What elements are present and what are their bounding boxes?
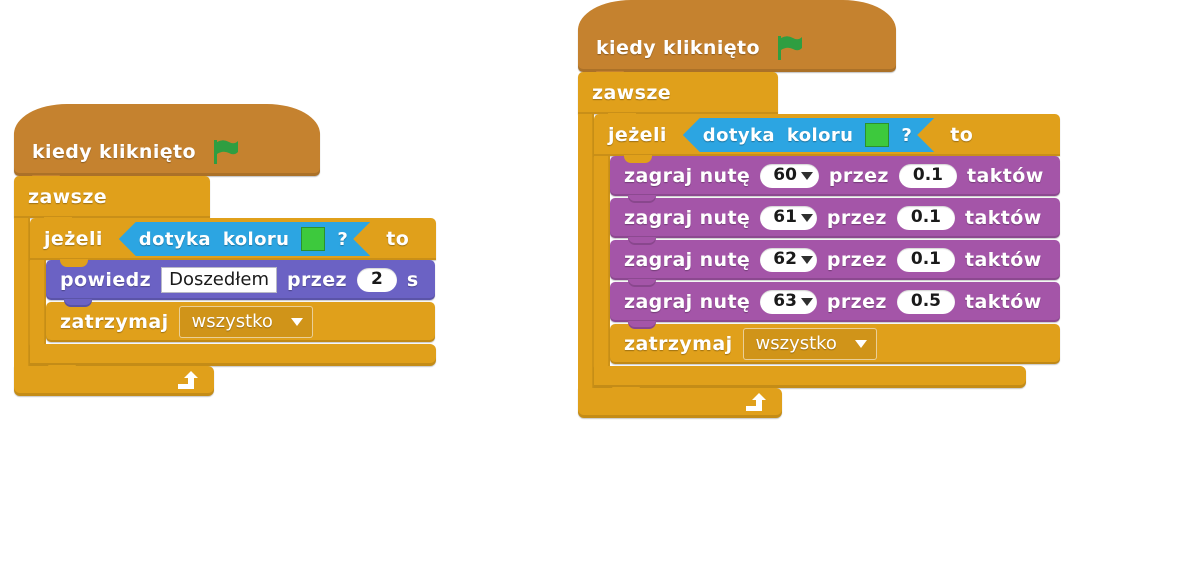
for-label: przez [826, 291, 887, 313]
for-label: przez [828, 165, 889, 187]
beats-unit-label: taktów [967, 165, 1044, 187]
if-header[interactable]: jeżeli dotyka koloru ? to [594, 114, 1060, 163]
if-block[interactable]: jeżeli dotyka koloru ? to [30, 218, 436, 373]
forever-header[interactable]: zawsze [14, 176, 210, 225]
if-body: zagraj nutę 60 przez 0.1 taktów zagraj n… [594, 156, 1060, 366]
stop-block[interactable]: zatrzymaj wszystko [46, 302, 435, 342]
then-label: to [386, 228, 410, 250]
if-body: powiedz Doszedłem przez 2 s zatrzymaj ws… [30, 260, 436, 344]
scratch-script-left[interactable]: kiedy kliknięto zawsze jeżeli dotyka kol… [14, 104, 436, 396]
touching-label: dotyka [138, 228, 211, 250]
color-label: koloru [786, 124, 854, 146]
play-note-block[interactable]: zagraj nutę 63 przez 0.5 taktów [610, 282, 1060, 329]
stop-option-label: wszystko [755, 333, 837, 354]
forever-block[interactable]: zawsze jeżeli dotyka koloru ? to [14, 176, 436, 396]
for-label: przez [826, 249, 887, 271]
play-note-block[interactable]: zagraj nutę 60 przez 0.1 taktów [610, 156, 1060, 203]
note-value: 60 [773, 164, 797, 185]
note-value-dropdown[interactable]: 60 [760, 163, 819, 189]
say-seconds-input[interactable]: 2 [357, 267, 397, 293]
color-swatch[interactable] [865, 123, 889, 147]
play-note-label: zagraj nutę [624, 291, 751, 313]
forever-contents: jeżeli dotyka koloru ? to [30, 218, 436, 373]
note-value-dropdown[interactable]: 61 [760, 205, 817, 231]
stop-option-dropdown[interactable]: wszystko [178, 306, 313, 338]
beats-unit-label: taktów [965, 291, 1042, 313]
color-label: koloru [222, 228, 290, 250]
loop-arrow-icon [746, 393, 766, 411]
forever-label: zawsze [28, 186, 108, 208]
play-note-label: zagraj nutę [624, 249, 751, 271]
note-value: 61 [773, 206, 797, 227]
touching-label: dotyka [702, 124, 775, 146]
green-flag-icon [214, 140, 238, 164]
touching-color-block[interactable]: dotyka koloru ? [683, 118, 934, 152]
beats-input[interactable]: 0.5 [896, 289, 956, 315]
chevron-down-icon [290, 317, 303, 326]
when-flag-clicked-block[interactable]: kiedy kliknięto [14, 104, 320, 183]
if-block[interactable]: jeżeli dotyka koloru ? to [594, 114, 1060, 395]
beats-unit-label: taktów [965, 249, 1042, 271]
note-value: 63 [773, 290, 797, 311]
seconds-unit-label: s [406, 269, 419, 291]
beats-input[interactable]: 0.1 [898, 163, 958, 189]
forever-body: jeżeli dotyka koloru ? to [578, 114, 1060, 395]
scratch-script-right[interactable]: kiedy kliknięto zawsze jeżeli dotyka kol… [578, 0, 1060, 418]
stop-option-dropdown[interactable]: wszystko [742, 328, 877, 360]
say-label: powiedz [60, 269, 152, 291]
chevron-down-icon [854, 339, 867, 348]
play-note-block[interactable]: zagraj nutę 62 przez 0.1 taktów [610, 240, 1060, 287]
for-label: przez [826, 207, 887, 229]
note-value: 62 [773, 248, 797, 269]
chevron-down-icon [800, 255, 813, 264]
forever-footer [578, 388, 782, 418]
if-label: jeżeli [44, 228, 103, 250]
forever-header[interactable]: zawsze [578, 72, 778, 121]
if-contents: zagraj nutę 60 przez 0.1 taktów zagraj n… [610, 156, 1060, 366]
note-value-dropdown[interactable]: 62 [760, 247, 817, 273]
when-flag-clicked-label: kiedy kliknięto [32, 141, 196, 163]
green-flag-icon [778, 36, 802, 60]
stop-option-label: wszystko [191, 311, 273, 332]
forever-spine [578, 114, 594, 388]
touching-color-block[interactable]: dotyka koloru ? [119, 222, 370, 256]
color-swatch[interactable] [301, 227, 325, 251]
stop-label: zatrzymaj [60, 311, 169, 333]
play-note-block[interactable]: zagraj nutę 61 przez 0.1 taktów [610, 198, 1060, 245]
play-note-label: zagraj nutę [624, 165, 751, 187]
note-value-dropdown[interactable]: 63 [760, 289, 817, 315]
chevron-down-icon [800, 213, 813, 222]
loop-arrow-icon [178, 371, 198, 389]
forever-contents: jeżeli dotyka koloru ? to [594, 114, 1060, 395]
beats-unit-label: taktów [965, 207, 1042, 229]
when-flag-clicked-label: kiedy kliknięto [596, 37, 760, 59]
if-footer [30, 344, 436, 373]
stop-label: zatrzymaj [624, 333, 733, 355]
play-note-label: zagraj nutę [624, 207, 751, 229]
question-mark-label: ? [901, 124, 913, 146]
for-label: przez [287, 269, 347, 291]
if-footer [594, 366, 1026, 395]
if-contents: powiedz Doszedłem przez 2 s zatrzymaj ws… [46, 260, 435, 344]
when-flag-clicked-block[interactable]: kiedy kliknięto [578, 0, 896, 79]
forever-body: jeżeli dotyka koloru ? to [14, 218, 436, 373]
if-header[interactable]: jeżeli dotyka koloru ? to [30, 218, 436, 267]
forever-footer [14, 366, 214, 396]
then-label: to [950, 124, 974, 146]
if-label: jeżeli [608, 124, 667, 146]
stop-block[interactable]: zatrzymaj wszystko [610, 324, 1060, 364]
say-for-secs-block[interactable]: powiedz Doszedłem przez 2 s [46, 260, 435, 307]
chevron-down-icon [800, 171, 813, 180]
if-spine [594, 156, 610, 366]
beats-input[interactable]: 0.1 [896, 247, 956, 273]
chevron-down-icon [800, 297, 813, 306]
forever-spine [14, 218, 30, 366]
forever-block[interactable]: zawsze jeżeli dotyka koloru ? to [578, 72, 1060, 418]
say-message-input[interactable]: Doszedłem [161, 266, 278, 294]
beats-input[interactable]: 0.1 [896, 205, 956, 231]
if-spine [30, 260, 46, 344]
forever-label: zawsze [592, 82, 672, 104]
question-mark-label: ? [337, 228, 349, 250]
